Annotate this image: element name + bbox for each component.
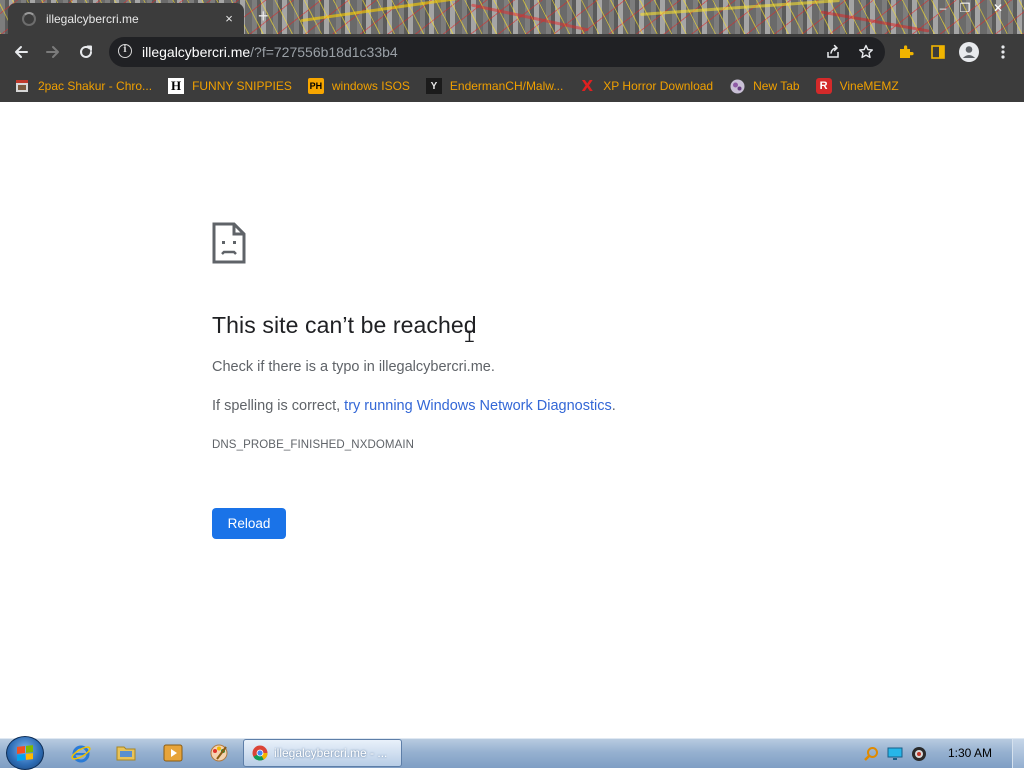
bookmark-label: 2pac Shakur - Chro... bbox=[38, 79, 153, 93]
show-desktop-button[interactable] bbox=[1012, 739, 1024, 768]
star-icon bbox=[859, 44, 873, 59]
bookmark-item[interactable]: New Tab bbox=[729, 78, 800, 94]
close-window-button[interactable]: ✕ bbox=[983, 0, 1013, 18]
typo-suggestion: Check if there is a typo in illegalcyber… bbox=[212, 359, 495, 375]
side-panel-icon bbox=[931, 45, 945, 59]
bookmark-item[interactable]: PH windows ISOS bbox=[307, 78, 410, 94]
tab-title: illegalcybercri.me bbox=[46, 11, 139, 26]
loading-globe-icon bbox=[22, 11, 36, 26]
ph-logo-icon: PH bbox=[307, 78, 324, 94]
url-host: illegalcybercri.me bbox=[142, 44, 251, 60]
decorative-streak bbox=[300, 0, 460, 23]
address-bar[interactable]: i illegalcybercri.me/?f=727556b18d1c33b4 bbox=[109, 37, 885, 67]
new-tab-button[interactable]: + bbox=[258, 6, 269, 26]
menu-button[interactable] bbox=[992, 41, 1014, 63]
site-info-icon[interactable]: i bbox=[118, 44, 132, 58]
volume-speaker-icon[interactable] bbox=[910, 745, 928, 763]
bookmark-label: XP Horror Download bbox=[603, 79, 714, 93]
puzzle-piece-icon bbox=[900, 45, 914, 58]
bookmark-item[interactable]: R VineMEMZ bbox=[815, 78, 899, 94]
bookmark-label: windows ISOS bbox=[331, 79, 410, 93]
bookmark-label: VineMEMZ bbox=[839, 79, 899, 93]
restore-button[interactable]: ❐ bbox=[950, 0, 980, 18]
bookmark-label: New Tab bbox=[753, 79, 800, 93]
error-title: This site can’t be reached bbox=[212, 312, 477, 338]
error-page: This site can’t be reached Ɪ Check if th… bbox=[0, 102, 1024, 738]
side-panel-button[interactable] bbox=[927, 41, 949, 63]
bookmark-item[interactable]: H FUNNY SNIPPIES bbox=[168, 78, 292, 94]
display-monitor-icon[interactable] bbox=[886, 745, 904, 763]
windows-logo-icon bbox=[17, 745, 33, 761]
forward-button[interactable] bbox=[42, 41, 64, 63]
internet-explorer-icon bbox=[71, 745, 91, 763]
media-player-icon bbox=[163, 744, 183, 762]
text-cursor-icon: Ɪ bbox=[465, 327, 474, 346]
photo-bookmark-icon bbox=[14, 78, 30, 94]
share-button[interactable] bbox=[822, 41, 844, 63]
decorative-streak bbox=[470, 3, 590, 32]
url-path: /?f=727556b18d1c33b4 bbox=[250, 44, 398, 60]
search-magnifier-icon[interactable] bbox=[862, 745, 880, 763]
bookmark-item[interactable]: 2pac Shakur - Chro... bbox=[14, 78, 152, 94]
error-code: DNS_PROBE_FINISHED_NXDOMAIN bbox=[212, 439, 415, 451]
active-tab[interactable]: illegalcybercri.me × bbox=[8, 3, 244, 34]
internet-explorer-button[interactable] bbox=[68, 742, 94, 764]
tab-strip: illegalcybercri.me × + – ❐ ✕ bbox=[0, 0, 1024, 34]
chrome-window-label: illegalcybercri.me - ... bbox=[274, 746, 388, 760]
start-button[interactable] bbox=[6, 736, 44, 770]
paint-palette-icon bbox=[210, 744, 228, 762]
share-icon bbox=[827, 44, 839, 58]
system-tray bbox=[862, 739, 934, 768]
back-arrow-icon bbox=[15, 46, 28, 58]
r-logo-icon: R bbox=[815, 78, 832, 94]
bookmark-star-button[interactable] bbox=[855, 41, 877, 63]
paint-button[interactable] bbox=[206, 742, 232, 764]
network-diagnostics-link[interactable]: try running Windows Network Diagnostics bbox=[344, 398, 612, 414]
bookmark-label: EndermanCH/Malw... bbox=[449, 79, 564, 93]
extensions-button[interactable] bbox=[895, 41, 917, 63]
media-player-button[interactable] bbox=[160, 742, 186, 764]
spelling-suffix: . bbox=[611, 398, 616, 414]
url-text[interactable]: illegalcybercri.me/?f=727556b18d1c33b4 bbox=[142, 44, 398, 60]
avatar-icon bbox=[959, 42, 979, 62]
reload-toolbar-button[interactable] bbox=[75, 41, 97, 63]
spelling-suggestion: If spelling is correct, try running Wind… bbox=[212, 398, 616, 414]
bookmark-item[interactable]: Y EndermanCH/Malw... bbox=[425, 78, 564, 94]
taskbar: illegalcybercri.me - ... 1:30 AM bbox=[0, 736, 1024, 770]
globe-icon bbox=[729, 78, 745, 94]
spelling-prefix: If spelling is correct, bbox=[212, 398, 345, 414]
chrome-window-button[interactable]: illegalcybercri.me - ... bbox=[243, 739, 402, 767]
youtube-channel-icon: Y bbox=[425, 78, 442, 94]
x-letter-icon: X bbox=[581, 77, 594, 95]
refresh-icon bbox=[80, 45, 92, 58]
system-clock[interactable]: 1:30 AM bbox=[948, 746, 992, 760]
forward-arrow-icon bbox=[46, 46, 59, 58]
bookmark-label: FUNNY SNIPPIES bbox=[192, 79, 292, 93]
h-letter-icon: H bbox=[168, 78, 185, 94]
kebab-menu-icon bbox=[1001, 45, 1005, 59]
tab-close-icon[interactable]: × bbox=[220, 11, 238, 26]
decorative-streak bbox=[640, 0, 840, 16]
back-button[interactable] bbox=[10, 41, 32, 63]
bookmarks-bar: 2pac Shakur - Chro... H FUNNY SNIPPIES P… bbox=[0, 70, 1024, 102]
reload-button[interactable]: Reload bbox=[212, 508, 286, 539]
bookmark-item[interactable]: X XP Horror Download bbox=[579, 77, 714, 95]
profile-button[interactable] bbox=[958, 41, 980, 63]
explorer-button[interactable] bbox=[113, 742, 139, 764]
decorative-streak bbox=[820, 10, 930, 33]
folder-icon bbox=[116, 746, 136, 761]
chrome-icon bbox=[252, 745, 268, 761]
sad-document-icon bbox=[212, 222, 246, 264]
browser-toolbar: i illegalcybercri.me/?f=727556b18d1c33b4 bbox=[0, 34, 1024, 70]
